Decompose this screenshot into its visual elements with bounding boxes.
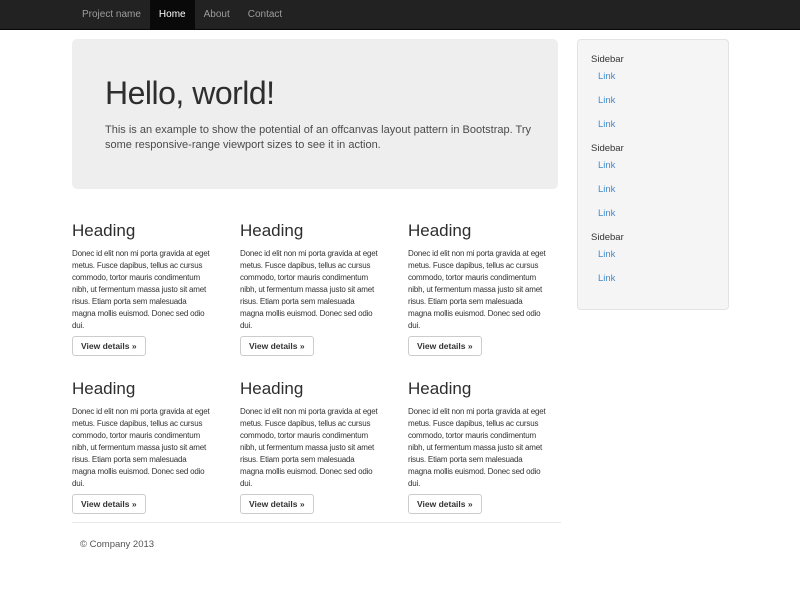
cards-row-1: Heading Donec id elit non mi porta gravi… — [72, 189, 561, 356]
footer-copyright: © Company 2013 — [80, 539, 561, 550]
jumbotron-title: Hello, world! — [105, 75, 538, 111]
card-heading: Heading — [240, 380, 392, 397]
view-details-button[interactable]: View details » — [72, 494, 146, 514]
sidebar-link[interactable]: Link — [598, 184, 718, 195]
feature-card: Heading Donec id elit non mi porta gravi… — [240, 356, 392, 514]
view-details-button[interactable]: View details » — [72, 336, 146, 356]
feature-card: Heading Donec id elit non mi porta gravi… — [72, 356, 224, 514]
sidebar-group: Sidebar Link Link Link — [591, 54, 718, 130]
sidebar-group-title: Sidebar — [591, 54, 718, 65]
sidebar-link[interactable]: Link — [598, 160, 718, 171]
card-heading: Heading — [72, 380, 224, 397]
view-details-button[interactable]: View details » — [240, 336, 314, 356]
feature-card: Heading Donec id elit non mi porta gravi… — [240, 189, 392, 356]
sidebar-group-title: Sidebar — [591, 232, 718, 243]
card-heading: Heading — [240, 222, 392, 239]
footer-divider — [72, 522, 561, 523]
sidebar-link[interactable]: Link — [598, 208, 718, 219]
jumbotron: Hello, world! This is an example to show… — [72, 39, 558, 189]
feature-card: Heading Donec id elit non mi porta gravi… — [408, 356, 560, 514]
card-heading: Heading — [72, 222, 224, 239]
sidebar-link[interactable]: Link — [598, 249, 718, 260]
navbar: Project name Home About Contact — [0, 0, 800, 30]
card-body-text: Donec id elit non mi porta gravida at eg… — [72, 406, 242, 490]
offcanvas-example-page: Project name Home About Contact Hello, w… — [0, 0, 800, 600]
card-heading: Heading — [408, 222, 560, 239]
view-details-button[interactable]: View details » — [240, 494, 314, 514]
sidebar-link[interactable]: Link — [598, 95, 718, 106]
sidebar-well: Sidebar Link Link Link Sidebar Link Link… — [577, 39, 729, 310]
card-body-text: Donec id elit non mi porta gravida at eg… — [240, 248, 410, 332]
sidebar-group-title: Sidebar — [591, 143, 718, 154]
navbar-menu: Home About Contact — [150, 0, 291, 29]
nav-item-about[interactable]: About — [195, 0, 239, 29]
jumbotron-subtitle: This is an example to show the potential… — [105, 123, 538, 153]
cards-row-2: Heading Donec id elit non mi porta gravi… — [72, 356, 561, 514]
sidebar-link[interactable]: Link — [598, 71, 718, 82]
main-content: Hello, world! This is an example to show… — [72, 39, 561, 550]
card-body-text: Donec id elit non mi porta gravida at eg… — [408, 248, 578, 332]
nav-item-home[interactable]: Home — [150, 0, 195, 29]
card-heading: Heading — [408, 380, 560, 397]
content-layout: Hello, world! This is an example to show… — [0, 39, 800, 550]
card-body-text: Donec id elit non mi porta gravida at eg… — [408, 406, 578, 490]
nav-item-contact[interactable]: Contact — [239, 0, 291, 29]
sidebar-group: Sidebar Link Link — [591, 232, 718, 284]
card-body-text: Donec id elit non mi porta gravida at eg… — [240, 406, 410, 490]
feature-card: Heading Donec id elit non mi porta gravi… — [408, 189, 560, 356]
sidebar-link[interactable]: Link — [598, 119, 718, 130]
card-body-text: Donec id elit non mi porta gravida at eg… — [72, 248, 242, 332]
sidebar-link[interactable]: Link — [598, 273, 718, 284]
view-details-button[interactable]: View details » — [408, 336, 482, 356]
view-details-button[interactable]: View details » — [408, 494, 482, 514]
sidebar-group: Sidebar Link Link Link — [591, 143, 718, 219]
feature-card: Heading Donec id elit non mi porta gravi… — [72, 189, 224, 356]
navbar-brand[interactable]: Project name — [82, 0, 141, 29]
